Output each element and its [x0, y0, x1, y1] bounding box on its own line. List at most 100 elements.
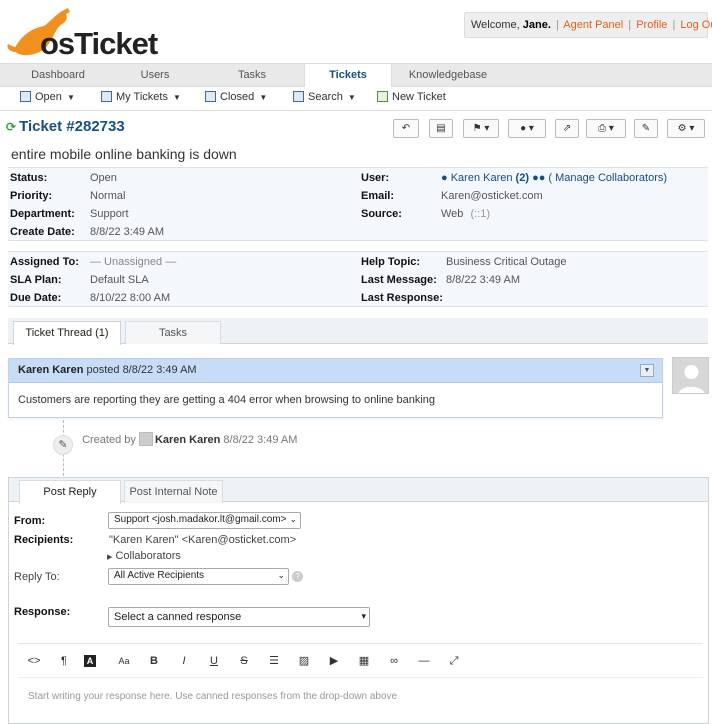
- response-editor[interactable]: <> ¶ A Aa B I U S ☰ ▨ ▶ ▦ ∞ — ⤢ Start wr…: [18, 643, 703, 723]
- welcome-prefix: Welcome,: [471, 19, 520, 31]
- bold-icon[interactable]: B: [144, 653, 164, 669]
- code-view-icon[interactable]: <>: [24, 653, 44, 669]
- search-icon: [293, 91, 304, 102]
- tab-dashboard[interactable]: Dashboard: [10, 64, 106, 87]
- reply-button[interactable]: ↶: [393, 119, 419, 138]
- text-color-icon[interactable]: A: [84, 655, 96, 667]
- log-out-link[interactable]: Log Out: [680, 19, 712, 31]
- recipients-label: Recipients:: [14, 534, 74, 546]
- ticket-subject: entire mobile online banking is down: [11, 146, 237, 162]
- video-icon[interactable]: ▶: [324, 653, 344, 669]
- collaborators-label: Collaborators: [115, 550, 181, 562]
- entry-menu-chevron-icon[interactable]: ▼: [640, 364, 654, 377]
- agent-panel-link[interactable]: Agent Panel: [563, 19, 623, 31]
- create-date-label: Create Date:: [10, 226, 75, 238]
- main-nav: Dashboard Users Tasks Tickets Knowledgeb…: [0, 63, 712, 88]
- site-header: osTicket Welcome, Jane. | Agent Panel | …: [0, 0, 712, 62]
- chevron-down-icon: ▾: [361, 611, 366, 621]
- pdf-button[interactable]: ▤: [429, 119, 453, 138]
- paragraph-icon[interactable]: ¶: [54, 653, 74, 669]
- editor-toolbar: <> ¶ A Aa B I U S ☰ ▨ ▶ ▦ ∞ — ⤢: [18, 644, 703, 678]
- table-icon[interactable]: ▦: [354, 653, 374, 669]
- chevron-down-icon: ⌄: [289, 514, 297, 524]
- status-value: Open: [90, 172, 117, 184]
- tab-tickets[interactable]: Tickets: [304, 64, 392, 88]
- tab-users[interactable]: Users: [108, 64, 202, 87]
- thread-entry-body: Customers are reporting they are getting…: [18, 394, 436, 406]
- tab-tasks[interactable]: Tasks: [204, 64, 300, 87]
- image-icon[interactable]: ▨: [294, 653, 314, 669]
- edit-icon: ✎: [641, 123, 651, 134]
- priority-value: Normal: [90, 190, 126, 202]
- from-select-value: Support <josh.madakor.lt@gmail.com>: [114, 514, 287, 525]
- settings-button[interactable]: ⚙ ▾: [667, 119, 705, 138]
- source-text: Web: [441, 208, 464, 220]
- assigned-label: Assigned To:: [10, 256, 79, 268]
- logo-text: osTicket: [40, 26, 158, 61]
- canned-response-select[interactable]: Select a canned response ▾: [108, 607, 370, 627]
- pencil-icon: ✎: [53, 435, 73, 455]
- tab-ticket-thread[interactable]: Ticket Thread (1): [13, 321, 121, 345]
- source-label: Source:: [361, 208, 402, 220]
- fullscreen-icon[interactable]: ⤢: [444, 653, 464, 669]
- collaborators-toggle[interactable]: ▶ Collaborators: [107, 550, 181, 562]
- welcome-user-name: Jane.: [522, 19, 551, 31]
- horizontal-rule-icon[interactable]: —: [414, 653, 434, 669]
- italic-icon[interactable]: I: [174, 653, 194, 669]
- list-icon[interactable]: ☰: [264, 653, 284, 669]
- subnav-closed-label: Closed: [220, 91, 255, 103]
- subnav-new-ticket[interactable]: New Ticket: [377, 91, 446, 103]
- subnav-my-tickets[interactable]: My Tickets ▼: [101, 91, 181, 103]
- underline-icon[interactable]: U: [204, 653, 224, 669]
- print-icon: ⎙ ▾: [598, 123, 614, 134]
- event-author: Karen Karen: [154, 434, 221, 446]
- edit-button[interactable]: ✎: [634, 119, 658, 138]
- ticket-info-secondary: Assigned To: — Unassigned — SLA Plan: De…: [8, 251, 708, 307]
- flag-button[interactable]: ⚑ ▾: [463, 119, 499, 138]
- event-date: 8/8/22 3:49 AM: [223, 434, 298, 446]
- avatar: [672, 357, 709, 394]
- tab-post-reply[interactable]: Post Reply: [19, 480, 121, 504]
- user-name: Karen Karen: [450, 172, 513, 184]
- assign-button[interactable]: ● ▾: [508, 119, 546, 138]
- help-icon[interactable]: ?: [292, 571, 303, 582]
- thread-entry: Karen Karen posted 8/8/22 3:49 AM ▼ Cust…: [8, 358, 663, 418]
- flag-icon: ⚑ ▾: [472, 123, 490, 134]
- thread-tabs: Ticket Thread (1) Tasks: [8, 318, 708, 345]
- share-button[interactable]: ⇗: [555, 119, 579, 138]
- welcome-bar: Welcome, Jane. | Agent Panel | Profile |…: [464, 12, 712, 38]
- help-topic-value: Business Critical Outage: [446, 256, 567, 268]
- font-size-icon[interactable]: Aa: [114, 653, 134, 669]
- tab-tasks-thread[interactable]: Tasks: [125, 321, 221, 344]
- tab-post-internal-note[interactable]: Post Internal Note: [124, 480, 223, 503]
- user-icon: ● ▾: [520, 123, 534, 134]
- sla-value: Default SLA: [90, 274, 149, 286]
- due-date-value: 8/10/22 8:00 AM: [90, 292, 171, 304]
- print-button[interactable]: ⎙ ▾: [586, 119, 626, 138]
- reply-to-select[interactable]: All Active Recipients ⌄: [108, 568, 289, 585]
- manage-collaborators-link[interactable]: ( Manage Collaborators): [548, 172, 667, 184]
- entry-author[interactable]: Karen Karen: [18, 364, 83, 376]
- ticket-number: Ticket #282733: [19, 118, 125, 135]
- thread-event: ✎ Created by Karen Karen 8/8/22 3:49 AM: [53, 432, 297, 455]
- chevron-down-icon: ⌄: [277, 570, 285, 580]
- ticket-title[interactable]: ⟳ Ticket #282733: [6, 118, 125, 135]
- subnav-closed[interactable]: Closed ▼: [205, 91, 267, 103]
- share-icon: ⇗: [562, 123, 572, 134]
- from-select[interactable]: Support <josh.madakor.lt@gmail.com> ⌄: [108, 512, 301, 529]
- osticket-logo[interactable]: osTicket: [6, 6, 166, 61]
- subnav-search[interactable]: Search ▼: [293, 91, 356, 103]
- editor-placeholder: Start writing your response here. Use ca…: [28, 691, 398, 702]
- caret-right-icon: ▶: [107, 554, 113, 561]
- subnav-open[interactable]: Open ▼: [20, 91, 75, 103]
- strikethrough-icon[interactable]: S: [234, 653, 254, 669]
- create-date-value: 8/8/22 3:49 AM: [90, 226, 164, 238]
- link-icon[interactable]: ∞: [384, 653, 404, 669]
- open-tickets-icon: [20, 91, 31, 102]
- user-value[interactable]: ● Karen Karen (2) ●● ( Manage Collaborat…: [441, 172, 667, 184]
- reply-box: Post Reply Post Internal Note From: Supp…: [8, 477, 709, 724]
- tab-knowledgebase[interactable]: Knowledgebase: [396, 64, 500, 87]
- profile-link[interactable]: Profile: [636, 19, 667, 31]
- refresh-icon[interactable]: ⟳: [6, 120, 16, 134]
- help-topic-label: Help Topic:: [361, 256, 421, 268]
